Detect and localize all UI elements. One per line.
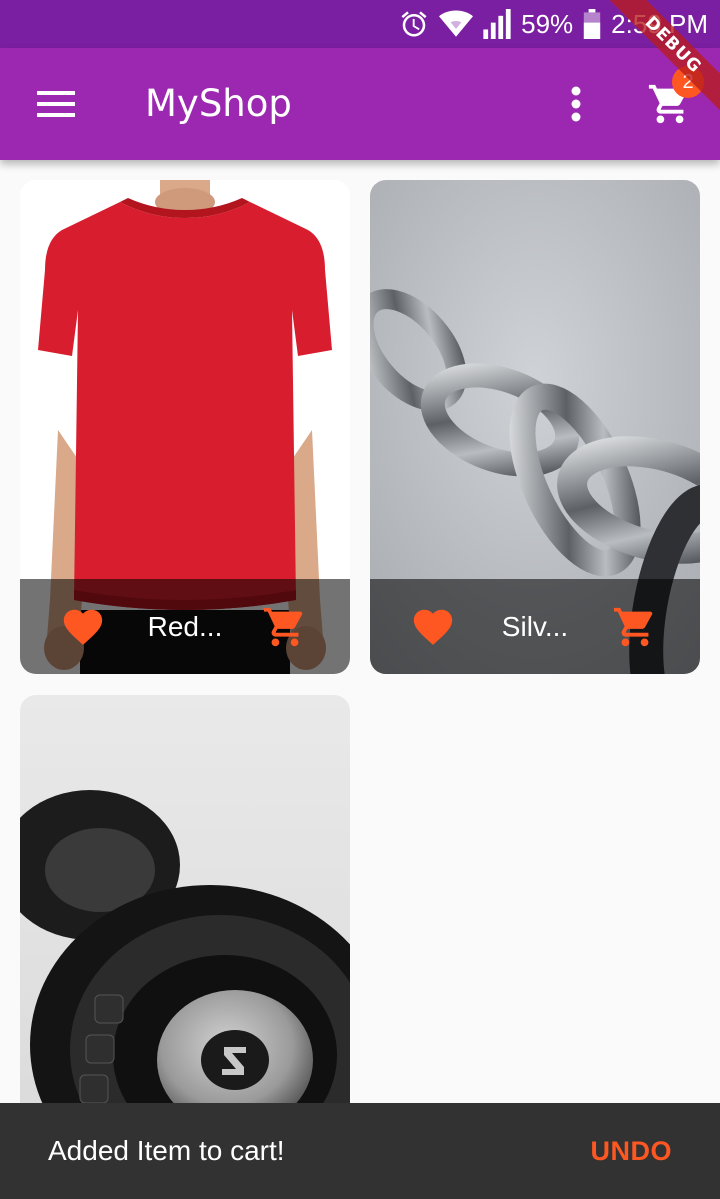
favorite-button[interactable] (58, 602, 108, 652)
heart-icon (63, 609, 103, 645)
cell-signal-icon (483, 9, 511, 39)
product-tile[interactable]: Silv... (370, 180, 700, 674)
alarm-icon (401, 11, 427, 37)
menu-icon (37, 91, 75, 117)
battery-percent: 59% (521, 8, 574, 39)
tile-footer: Red... (20, 579, 350, 674)
more-options-button[interactable] (544, 72, 608, 136)
tile-footer: Silv... (370, 579, 700, 674)
favorite-button[interactable] (408, 602, 458, 652)
battery-icon (583, 9, 601, 39)
snackbar-message: Added Item to cart! (48, 1135, 285, 1166)
shopping-cart-icon (263, 607, 303, 647)
app-bar: MyShop (0, 48, 720, 160)
undo-button[interactable]: UNDO (591, 1103, 673, 1199)
add-to-cart-button[interactable] (610, 602, 660, 652)
app-title: MyShop (145, 82, 292, 125)
product-title: Red... (147, 611, 223, 642)
snackbar: Added Item to cart! UNDO (0, 1103, 720, 1199)
menu-button[interactable] (24, 72, 88, 136)
more-vert-icon (571, 86, 581, 122)
product-title: Silv... (501, 611, 569, 642)
wifi-icon (439, 10, 474, 37)
cart-count-badge: 2 (672, 66, 704, 98)
status-bar: 59% 2:59 PM (0, 0, 720, 48)
status-icons: 59% 2:59 PM (399, 0, 708, 48)
heart-icon (413, 609, 453, 645)
status-time: 2:59 PM (611, 8, 708, 39)
shopping-cart-icon (613, 607, 653, 647)
product-tile[interactable]: Red... (20, 180, 350, 674)
add-to-cart-button[interactable] (260, 602, 310, 652)
